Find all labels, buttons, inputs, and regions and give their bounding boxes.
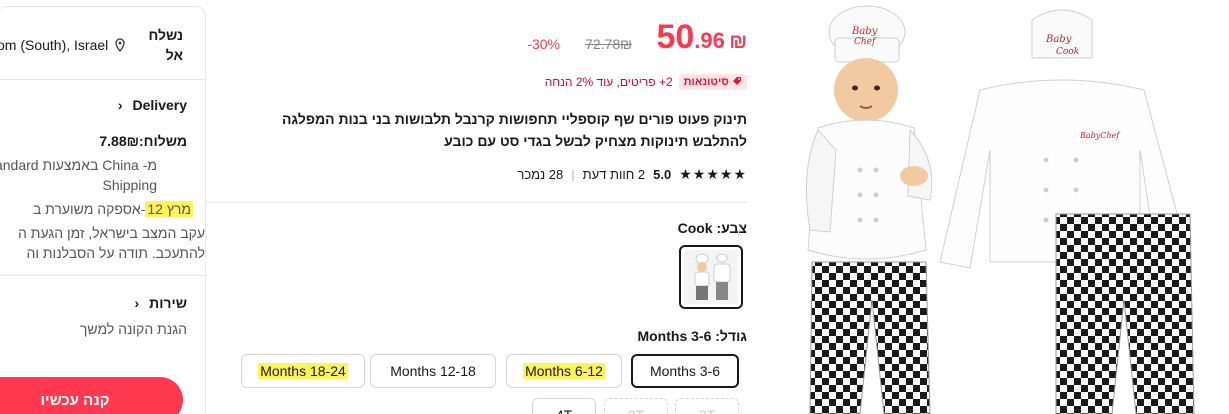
chef-costume-illustration: Baby Chef Baby Cook BabyChef — [805, 5, 1195, 414]
price-integer: 50 — [656, 18, 695, 56]
size-option-18-24[interactable]: Months 18-24 — [241, 354, 365, 388]
swatch-thumbnail — [684, 250, 738, 304]
original-price: 72.78₪ — [585, 36, 632, 52]
shipping-cost: משלוח:7.88₪ — [99, 133, 187, 149]
rating-value: 5.0 — [653, 167, 672, 182]
size-label: גודל: Months 3-6 — [637, 328, 747, 344]
promo-tag: סיטונאות — [678, 74, 747, 90]
size-option-label: Months 18-24 — [258, 363, 348, 379]
divider — [205, 202, 747, 203]
estimated-delivery: מרץ 12-אספקה משוערת ב — [33, 201, 193, 217]
size-option-label: Months 6-12 — [523, 363, 605, 379]
price-decimal: .96 — [694, 28, 725, 53]
notice-line1: עקב המצב בישראל, זמן הגעת ה — [18, 225, 205, 241]
delivery-title-text: Delivery — [132, 97, 187, 113]
size-option-label: 2T — [699, 407, 715, 414]
price-currency: ₪ — [729, 31, 747, 53]
ship-location[interactable]: om (South), Israel — [0, 37, 126, 53]
estimated-delivery-date: מרץ 12 — [145, 201, 193, 217]
review-count[interactable]: 2 חוות דעת — [583, 167, 646, 182]
divider — [0, 275, 205, 276]
size-option-3t[interactable]: 3T — [604, 398, 668, 414]
discount-percent: 30%- — [527, 36, 560, 52]
svg-text:Cook: Cook — [1056, 47, 1079, 57]
location-pin-icon — [115, 38, 125, 53]
ship-location-text: om (South), Israel — [0, 37, 109, 53]
chevron-left-icon: › — [134, 295, 140, 311]
color-swatch-cook[interactable] — [679, 245, 743, 309]
ship-to-label: נשלח אל — [148, 27, 183, 63]
ship-from-line1: מ- China באמצעות Standard — [0, 157, 157, 173]
ship-from-line2: Shipping — [102, 177, 158, 193]
star-rating-icon: ★★★★★ — [679, 166, 747, 182]
divider — [0, 79, 205, 80]
wholesale-promo[interactable]: סיטונאות 2+ פריטים, עוד 2% הנחה — [545, 74, 747, 90]
promo-tag-text: סיטונאות — [683, 76, 729, 88]
chevron-left-icon: › — [117, 97, 123, 113]
color-label: צבע: Cook — [677, 220, 747, 236]
tag-icon — [733, 77, 741, 85]
size-option-label: Months 3-6 — [649, 363, 721, 379]
notice-line2: להתעכב. תודה על הסבלנות וה — [26, 245, 205, 261]
buyer-protection: הגנת הקונה למשך — [79, 321, 187, 337]
estimated-delivery-text: -אספקה משוערת ב — [32, 201, 146, 217]
svg-text:Baby: Baby — [851, 26, 878, 37]
svg-text:Chef: Chef — [854, 37, 877, 47]
size-option-12-18[interactable]: Months 12-18 — [370, 354, 496, 388]
rating-row[interactable]: ★★★★★ 5.0 2 חוות דעת | 28 נמכר — [517, 166, 747, 183]
product-main-image[interactable]: Baby Chef Baby Cook BabyChef — [780, 0, 1229, 414]
buy-now-button[interactable]: קנה עכשיו — [0, 377, 183, 414]
size-option-6-12[interactable]: Months 6-12 — [506, 354, 622, 388]
svg-text:BabyChef: BabyChef — [1079, 131, 1121, 140]
size-option-2t[interactable]: 2T — [675, 398, 739, 414]
svg-text:Baby: Baby — [1045, 34, 1072, 45]
size-option-3-6[interactable]: Months 3-6 — [631, 354, 739, 388]
promo-text: 2+ פריטים, עוד 2% הנחה — [544, 75, 673, 89]
size-option-4t[interactable]: 4T — [532, 398, 596, 414]
service-title[interactable]: › שירות — [134, 295, 187, 311]
size-option-label: Months 12-18 — [390, 363, 476, 379]
service-title-text: שירות — [149, 295, 187, 311]
separator: | — [571, 167, 575, 182]
product-info: ₪ 50.96 72.78₪ 30%- סיטונאות 2+ פריטים, … — [205, 0, 760, 414]
delivery-title[interactable]: › Delivery — [118, 97, 187, 113]
size-option-label: 3T — [628, 407, 644, 414]
shipping-panel: om (South), Israel נשלח אל › Delivery משל… — [0, 6, 206, 414]
sold-count: 28 נמכר — [517, 167, 564, 182]
size-option-label: 4T — [556, 407, 572, 414]
product-title: תינוק פעוט פורים שף קוספליי תחפושות קרנב… — [281, 111, 747, 149]
current-price: ₪ 50.96 — [656, 18, 747, 57]
